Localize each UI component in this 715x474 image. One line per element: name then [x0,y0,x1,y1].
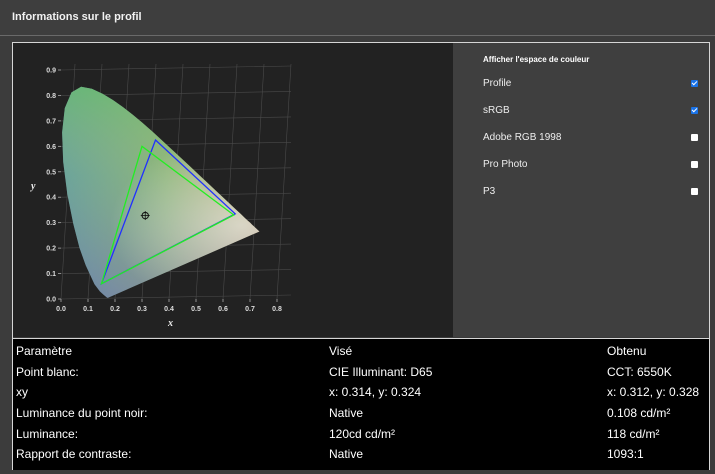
cell: 0.108 cd/m² [607,406,671,420]
color-space-option-adobe-rgb[interactable]: Adobe RGB 1998 [483,131,698,147]
grid-line [60,65,292,71]
panel-header: Informations sur le profil [0,0,715,36]
y-tick-label: 0.7 [46,118,56,125]
y-tick-label: 0.5 [46,169,56,176]
cell: 118 cd/m² [607,427,660,441]
cell: Point blanc: [16,365,79,379]
profile-table: Paramètre Visé Obtenu Point blanc: CIE I… [13,338,709,470]
header-parametre: Paramètre [16,344,73,358]
option-label: Pro Photo [483,159,528,170]
grid-line [276,63,292,300]
color-space-option-pro-photo[interactable]: Pro Photo [483,158,698,174]
x-tick-label: 0.1 [83,306,93,313]
x-tick-label: 0.5 [191,306,201,313]
y-tick-label: 0.9 [46,68,56,75]
grid-line [60,294,292,300]
table-row: Rapport de contraste: Native 1093:1 [13,445,709,465]
x-axis-label: x [167,318,173,329]
srgb-checkbox[interactable] [691,107,698,114]
y-axis-label: y [30,181,36,192]
cell: x: 0.314, y: 0.324 [329,385,422,399]
cell: x: 0.312, y: 0.328 [607,385,700,399]
y-tick-label: 0.8 [46,93,56,100]
color-space-option-srgb[interactable]: sRGB [483,104,698,120]
chromaticity-chart: 0.0 0.1 0.2 0.3 0.4 0.5 0.6 0.7 0.8 0.0 0.1 0.2 0.3 0… [30,63,292,329]
cell: Native [329,447,364,461]
option-label: Profile [483,78,512,89]
x-tick-label: 0.2 [110,306,120,313]
table-row: Luminance du point noir: Native 0.108 cd… [13,404,709,424]
table-header-row: Paramètre Visé Obtenu [13,342,709,362]
color-space-title: Afficher l'espace de couleur [483,55,590,64]
pro-photo-checkbox[interactable] [691,161,698,168]
spectral-locus-fill [62,86,260,298]
color-space-panel: Afficher l'espace de couleur Profile sRG… [453,43,709,337]
adobe-rgb-checkbox[interactable] [691,134,698,141]
cell: Luminance du point noir: [16,406,148,420]
table-row: xy x: 0.314, y: 0.324 x: 0.312, y: 0.328 [13,383,709,403]
cell: Native [329,406,364,420]
color-space-option-p3[interactable]: P3 [483,185,698,201]
cell: Rapport de contraste: [16,447,132,461]
y-tick-label: 0.2 [46,246,56,253]
grid-line [249,63,265,300]
option-label: sRGB [483,105,510,116]
p3-checkbox[interactable] [691,188,698,195]
y-tick-label: 0.6 [46,144,56,151]
profile-checkbox[interactable] [691,80,698,87]
x-tick-label: 0.7 [245,306,255,313]
y-tick-label: 0.3 [46,220,56,227]
cell: xy [16,385,28,399]
option-label: Adobe RGB 1998 [483,132,562,143]
header-vise: Visé [329,344,353,358]
profile-info-panel: 0.0 0.1 0.2 0.3 0.4 0.5 0.6 0.7 0.8 0.0 0.1 0.2 0.3 0… [12,42,710,470]
cell: 1093:1 [607,447,644,461]
x-tick-label: 0.4 [164,306,174,313]
cell: CCT: 6550K [607,365,672,379]
y-tick-label: 0.1 [46,271,56,278]
cell: CIE Illuminant: D65 [329,365,433,379]
x-tick-label: 0.3 [137,306,147,313]
color-space-option-profile[interactable]: Profile [483,77,698,93]
header-obtenu: Obtenu [607,344,647,358]
grid-line [222,63,238,300]
y-tick-label: 0.0 [46,297,56,304]
panel-title: Informations sur le profil [12,11,142,23]
option-label: P3 [483,186,496,197]
cell: Luminance: [16,427,79,441]
table-row: Luminance: 120cd cd/m² 118 cd/m² [13,425,709,445]
x-tick-label: 0.8 [272,306,282,313]
y-tick-label: 0.4 [46,195,56,202]
x-tick-label: 0.6 [218,306,228,313]
table-row: Point blanc: CIE Illuminant: D65 CCT: 65… [13,363,709,383]
cell: 120cd cd/m² [329,427,396,441]
x-tick-label: 0.0 [56,306,66,313]
chromaticity-diagram: 0.0 0.1 0.2 0.3 0.4 0.5 0.6 0.7 0.8 0.0 0.1 0.2 0.3 0… [13,43,453,337]
